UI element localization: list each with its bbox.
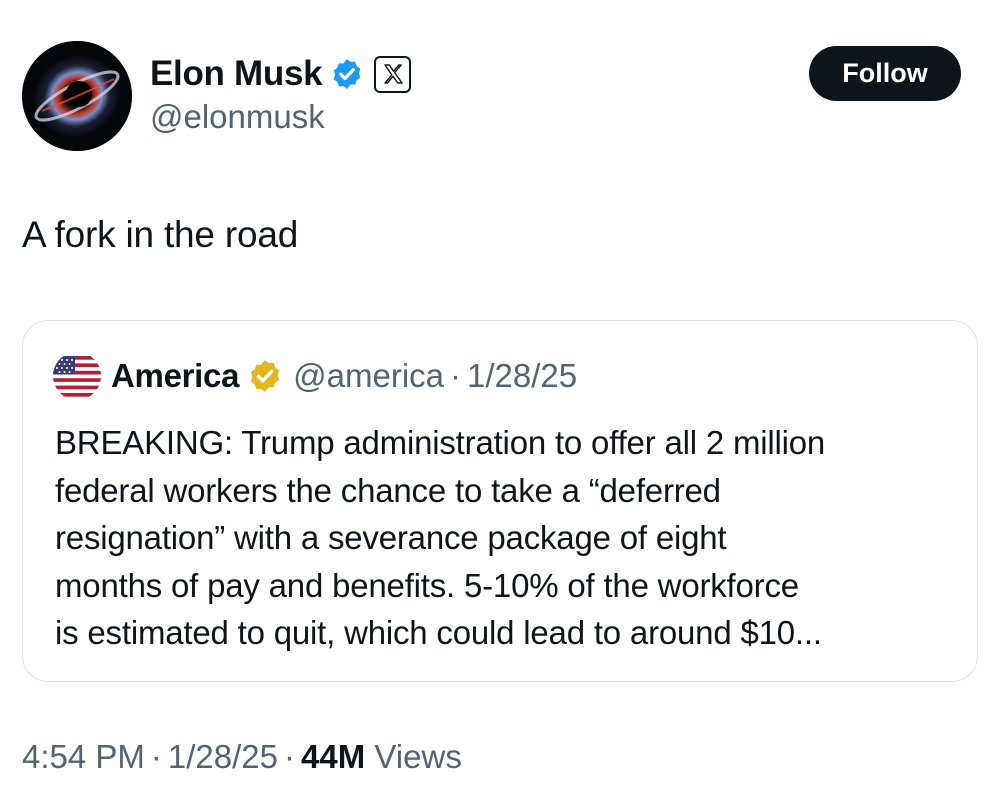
follow-button[interactable]: Follow [809, 46, 961, 101]
avatar-image [22, 41, 132, 151]
views-label: Views [374, 738, 462, 775]
x-logo-icon[interactable] [374, 55, 412, 93]
author-avatar[interactable] [22, 41, 132, 151]
author-handle[interactable]: @elonmusk [150, 98, 325, 136]
separator-dot: · [284, 738, 296, 775]
quoted-tweet-line: months of pay and benefits. 5-10% of the… [55, 566, 799, 604]
tweet-meta: 4:54 PM · 1/28/25 · 44M Views [22, 738, 462, 776]
quoted-tweet-line: BREAKING: Trump administration to offer … [55, 424, 826, 461]
quoted-author-avatar-flag-icon[interactable] [53, 352, 101, 400]
quoted-tweet-text: BREAKING: Trump administration to offer … [55, 419, 955, 657]
separator-dot: · [150, 738, 162, 775]
tweet-text: A fork in the road [22, 214, 299, 255]
quoted-author-handle[interactable]: @america [293, 357, 444, 395]
quoted-tweet-line: resignation” with a severance package of… [55, 519, 727, 557]
quoted-tweet-line: is estimated to quit, which could lead t… [55, 614, 822, 652]
verified-badge-icon [330, 57, 364, 91]
quoted-tweet-header: America @america · 1/28/25 [53, 352, 577, 400]
quoted-tweet-line: federal workers the chance to take a “de… [55, 471, 721, 509]
tweet-time[interactable]: 4:54 PM [22, 738, 145, 775]
quoted-tweet-date[interactable]: 1/28/25 [467, 357, 577, 395]
gold-verified-badge-icon [247, 358, 283, 394]
quoted-author-name[interactable]: America [111, 357, 239, 395]
author-name-row: Elon Musk [150, 52, 412, 96]
views-count: 44M [301, 738, 366, 775]
author-name[interactable]: Elon Musk [150, 54, 323, 94]
quoted-tweet-card[interactable]: America @america · 1/28/25 BREAKING: Tru… [22, 320, 978, 682]
tweet-date[interactable]: 1/28/25 [168, 738, 278, 775]
separator-dot: · [450, 357, 462, 394]
